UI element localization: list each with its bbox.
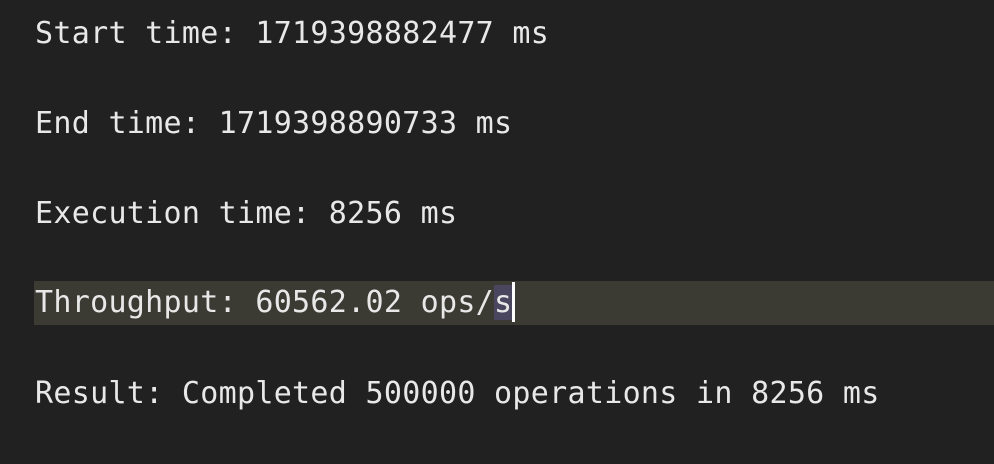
execution-time-text: Execution time: 8256 ms: [35, 196, 458, 231]
output-line-execution-time: Execution time: 8256 ms: [0, 192, 994, 236]
output-line-result: Result: Completed 500000 operations in 8…: [0, 372, 994, 416]
text-editor[interactable]: Start time: 1719398882477 ms End time: 1…: [0, 0, 994, 464]
end-time-text: End time: 1719398890733 ms: [35, 106, 513, 141]
output-line-start-time: Start time: 1719398882477 ms: [0, 12, 994, 56]
selected-character: s: [494, 285, 513, 320]
throughput-text-before-cursor: Throughput: 60562.02 ops/: [35, 285, 495, 320]
output-line-end-time: End time: 1719398890733 ms: [0, 102, 994, 146]
result-text: Result: Completed 500000 operations in 8…: [35, 376, 880, 411]
text-caret: [512, 281, 516, 322]
output-line-throughput[interactable]: Throughput: 60562.02 ops/s: [0, 281, 994, 325]
start-time-text: Start time: 1719398882477 ms: [35, 16, 550, 51]
throughput-text: Throughput: 60562.02 ops/s: [35, 281, 516, 325]
